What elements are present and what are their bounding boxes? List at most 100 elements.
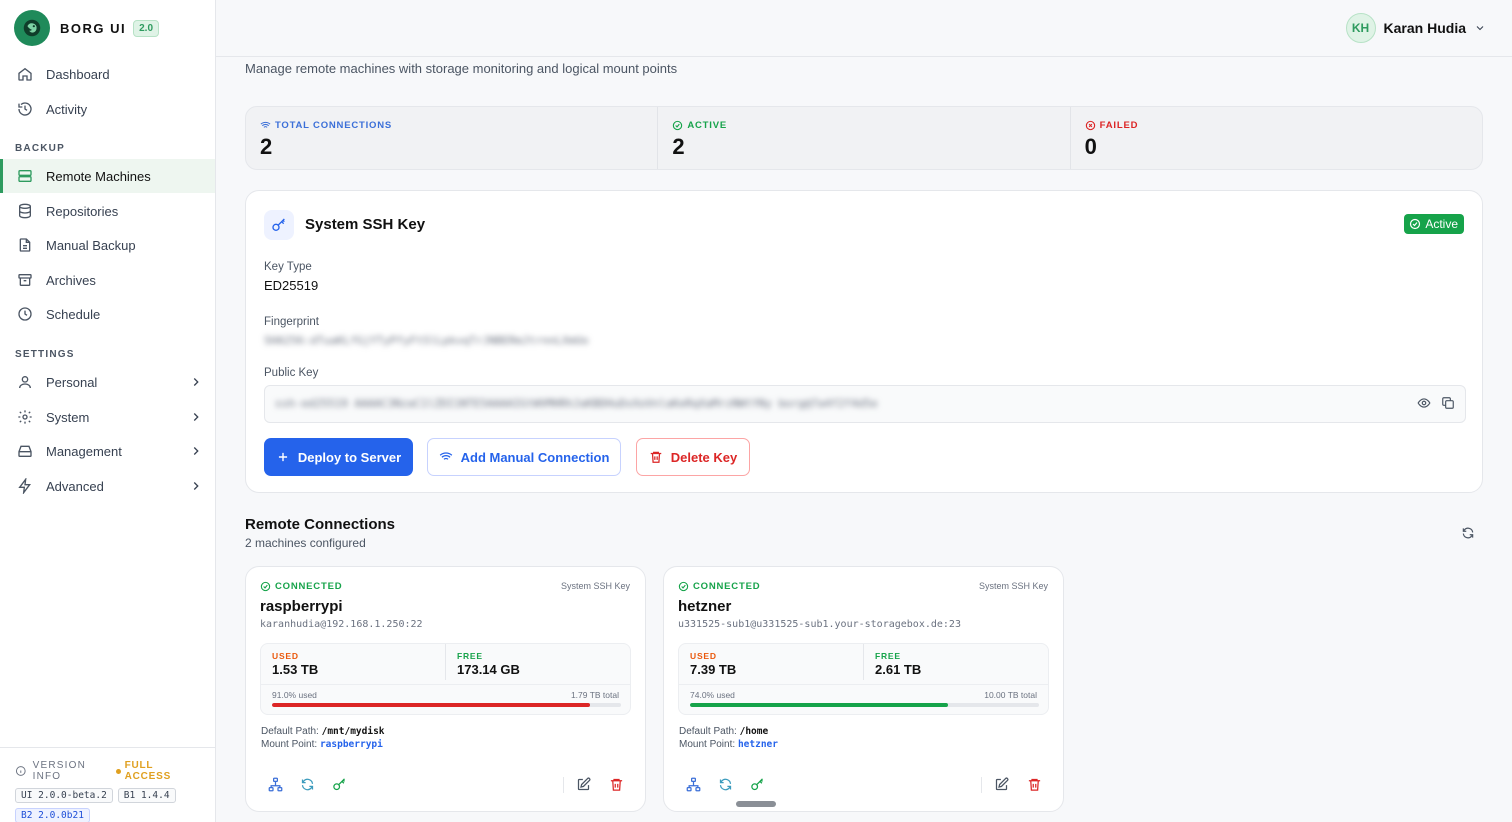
sidebar-item-system[interactable]: System [0,400,215,434]
b1-version-chip: B1 1.4.4 [117,788,176,803]
gear-icon [18,410,32,424]
access-badge: FULL ACCESS [116,760,200,782]
connection-status: CONNECTED [678,581,760,592]
machine-actions [678,777,1049,793]
used-label: USED [690,651,717,661]
free-label: FREE [875,651,901,661]
wifi-icon [260,121,271,130]
usage-bar [690,703,1039,707]
stat-active: ACTIVE 2 [658,107,1071,169]
stat-value: 2 [672,134,685,159]
button-label: Deploy to Server [297,449,402,465]
deploy-to-server-button[interactable]: Deploy to Server [264,438,413,476]
key-icon[interactable] [750,777,765,792]
usage-bar-fill [272,703,590,707]
sidebar-item-schedule[interactable]: Schedule [0,297,215,331]
sidebar-item-advanced[interactable]: Advanced [0,469,215,503]
free-value: 2.61 TB [875,662,922,677]
used-value: 7.39 TB [690,662,737,677]
page-subtitle: Manage remote machines with storage moni… [245,61,678,76]
refresh-icon[interactable] [300,777,315,792]
sidebar-item-manual-backup[interactable]: Manual Backup [0,228,215,262]
path-info: Default Path: /home Mount Point: hetzner [679,725,778,751]
stat-value: 2 [260,134,273,159]
sidebar-item-remote-machines[interactable]: Remote Machines [0,159,215,193]
key-icon[interactable] [332,777,347,792]
public-key-value: ssh-ed25519 AAAAC3NzaC1lZDI1NTE5AAAAIGtW… [275,397,878,410]
mount-point-value[interactable]: hetzner [738,739,778,750]
sidebar-item-label: Archives [46,272,96,288]
user-menu[interactable]: KH Karan Hudia [1345,13,1486,43]
mount-point-value[interactable]: raspberrypi [320,739,383,750]
remote-connections-title: Remote Connections [245,516,396,533]
stat-label: ACTIVE [687,120,727,131]
refresh-icon[interactable] [718,777,733,792]
eye-icon[interactable] [1417,396,1431,410]
trash-icon [650,451,661,463]
network-icon[interactable] [686,777,701,792]
stats-bar: TOTAL CONNECTIONS 2 ACTIVE 2 FAILED 0 [245,106,1483,170]
sidebar-item-dashboard[interactable]: Dashboard [0,57,215,91]
sidebar-item-label: Manual Backup [46,237,136,253]
sidebar-item-label: Management [46,443,122,459]
chevron-right-icon [193,413,199,421]
machine-card-hetzner[interactable]: CONNECTED System SSH Key hetzner u331525… [663,566,1064,812]
default-path-label: Default Path: [679,726,737,737]
sidebar-item-repositories[interactable]: Repositories [0,194,215,228]
user-icon [19,376,31,389]
sidebar-item-personal[interactable]: Personal [0,365,215,399]
backup-section-heading: BACKUP [15,143,65,154]
sidebar: BORG UI 2.0 Dashboard Activity BACKUP Re… [0,0,216,822]
default-path-value: /home [739,726,769,737]
add-manual-connection-button[interactable]: Add Manual Connection [427,438,621,476]
network-icon[interactable] [268,777,283,792]
brand[interactable]: BORG UI 2.0 [14,10,160,46]
usage-percent: 74.0% used [690,690,735,700]
path-info: Default Path: /mnt/mydisk Mount Point: r… [261,725,385,751]
machine-host: karanhudia@192.168.1.250:22 [260,619,423,630]
sidebar-item-archives[interactable]: Archives [0,263,215,297]
key-type-value: ED25519 [264,278,319,293]
used-value: 1.53 TB [272,662,319,677]
edit-icon[interactable] [576,777,591,792]
machine-name: raspberrypi [260,598,343,615]
settings-section-heading: SETTINGS [15,349,75,360]
copy-icon[interactable] [1441,396,1455,410]
stat-failed: FAILED 0 [1071,107,1482,169]
trash-icon[interactable] [1027,777,1042,792]
home-icon [18,67,32,81]
usage-bar [272,703,621,707]
free-value: 173.14 GB [457,662,520,677]
machine-card-raspberrypi[interactable]: CONNECTED System SSH Key raspberrypi kar… [245,566,646,812]
chevron-right-icon [193,378,199,386]
trash-icon[interactable] [609,777,624,792]
check-circle-icon [260,581,271,592]
edit-icon[interactable] [994,777,1009,792]
sidebar-item-activity[interactable]: Activity [0,92,215,126]
machine-name: hetzner [678,598,732,615]
sidebar-item-management[interactable]: Management [0,434,215,468]
info-icon [15,766,26,776]
delete-key-button[interactable]: Delete Key [636,438,750,476]
plus-icon [278,452,287,462]
public-key-field[interactable]: ssh-ed25519 AAAAC3NzaC1lZDI1NTE5AAAAIGtW… [264,385,1466,423]
ssh-key-status-badge: Active [1404,214,1464,234]
machine-host: u331525-sub1@u331525-sub1.your-storagebo… [678,619,961,630]
storage-panel: USED 7.39 TB FREE 2.61 TB 74.0% used 10.… [678,643,1049,715]
scroll-indicator[interactable] [736,801,776,807]
fingerprint-label: Fingerprint [264,316,319,328]
sidebar-item-label: Remote Machines [46,168,151,184]
mount-point-label: Mount Point: [679,739,736,750]
default-path-label: Default Path: [261,726,319,737]
bolt-icon [18,478,31,494]
ui-version-chip: UI 2.0.0-beta.2 [15,788,113,803]
version-badge: 2.0 [133,19,160,37]
chevron-down-icon [1476,26,1484,31]
sidebar-item-label: Dashboard [46,66,110,82]
refresh-icon[interactable] [1461,526,1475,540]
archive-icon [18,274,32,286]
mount-point-label: Mount Point: [261,739,318,750]
sidebar-item-label: Schedule [46,306,101,322]
chevron-right-icon [193,482,199,490]
stat-total-connections: TOTAL CONNECTIONS 2 [246,107,659,169]
